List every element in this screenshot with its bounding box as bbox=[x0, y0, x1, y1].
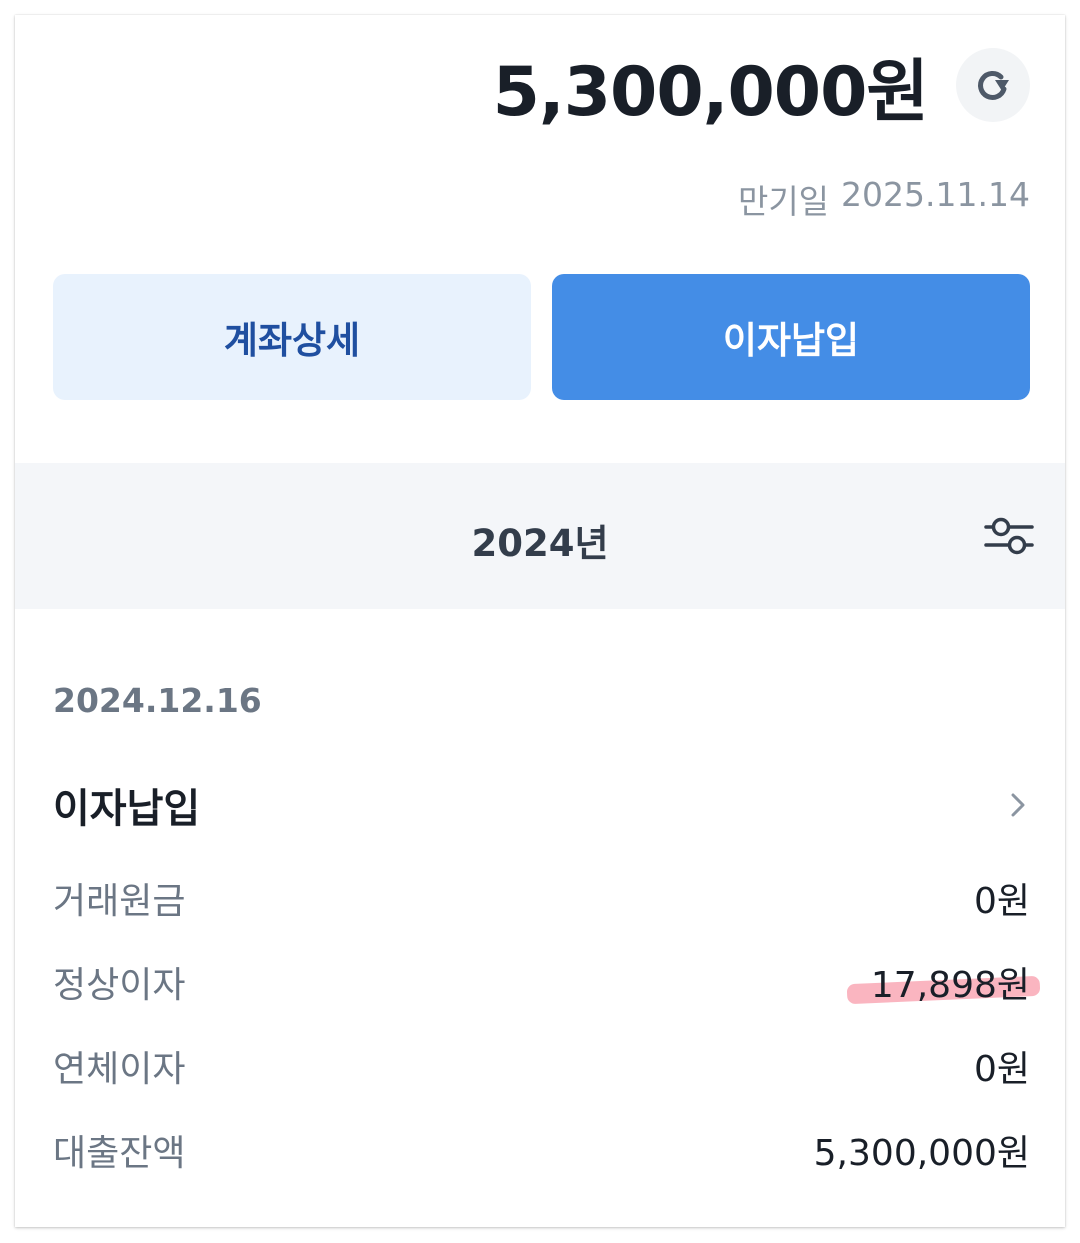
row-label: 거래원금 bbox=[53, 881, 186, 922]
filter-sliders-icon bbox=[984, 517, 1034, 555]
loan-account-card: 5,300,000원 만기일 2025.11.14 계좌상세 이자납입 2024… bbox=[15, 15, 1065, 1227]
chevron-right-icon bbox=[1011, 793, 1025, 817]
row-value-highlighted: 17,898원 bbox=[846, 956, 1041, 1008]
loan-balance-amount: 5,300,000원 bbox=[492, 52, 929, 132]
refresh-button[interactable] bbox=[956, 48, 1030, 122]
account-detail-label: 계좌상세 bbox=[223, 319, 361, 362]
detail-row-overdue-interest: 연체이자 0원 bbox=[53, 1041, 1030, 1091]
maturity-label: 만기일 bbox=[737, 182, 830, 221]
detail-row-normal-interest: 정상이자 17,898원 bbox=[53, 956, 1041, 1008]
transaction-title: 이자납입 bbox=[53, 786, 201, 832]
account-detail-button[interactable]: 계좌상세 bbox=[53, 274, 531, 400]
maturity-date: 2025.11.14 bbox=[841, 175, 1030, 214]
row-label: 연체이자 bbox=[53, 1049, 186, 1090]
detail-row-principal: 거래원금 0원 bbox=[53, 873, 1030, 923]
transaction-date: 2024.12.16 bbox=[53, 681, 262, 720]
row-label: 정상이자 bbox=[53, 965, 186, 1006]
detail-row-loan-balance: 대출잔액 5,300,000원 bbox=[53, 1125, 1030, 1175]
transaction-item[interactable]: 이자납입 bbox=[53, 775, 1030, 835]
balance-row: 5,300,000원 bbox=[493, 45, 1030, 132]
row-value: 0원 bbox=[973, 1049, 1030, 1090]
row-value-text: 17,898원 bbox=[870, 965, 1030, 1006]
pay-interest-button[interactable]: 이자납입 bbox=[552, 274, 1030, 400]
row-value: 0원 bbox=[973, 881, 1030, 922]
pay-interest-label: 이자납입 bbox=[722, 319, 860, 362]
year-label: 2024년 bbox=[471, 522, 609, 565]
filter-button[interactable] bbox=[983, 513, 1035, 559]
refresh-icon bbox=[978, 71, 1009, 100]
year-filter-bar: 2024년 bbox=[15, 463, 1065, 609]
maturity-info: 만기일 2025.11.14 bbox=[738, 175, 1030, 223]
row-value: 5,300,000원 bbox=[813, 1133, 1030, 1174]
row-label: 대출잔액 bbox=[53, 1133, 186, 1174]
